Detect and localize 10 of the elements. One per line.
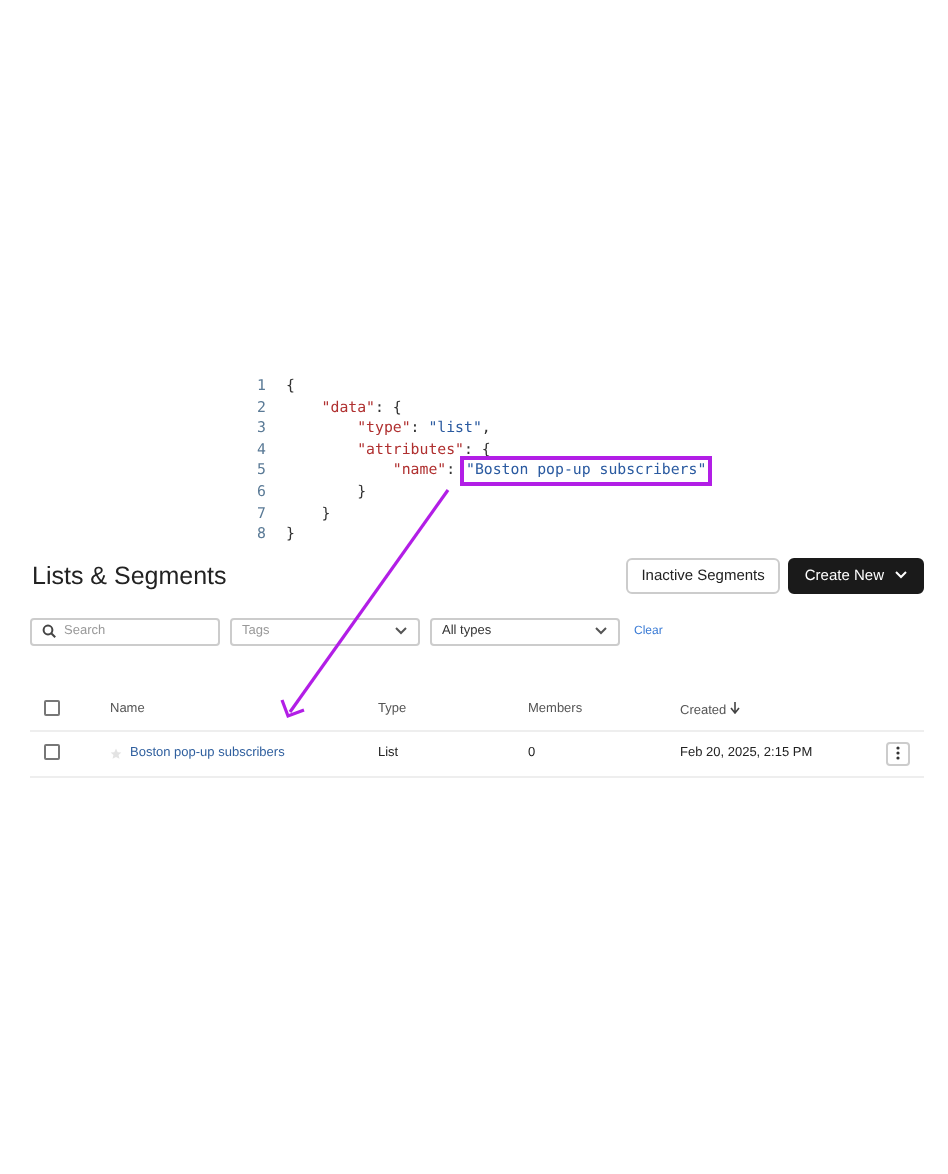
chevron-down-icon <box>394 626 408 637</box>
page-title: Lists & Segments <box>32 561 229 590</box>
search-icon <box>42 624 56 639</box>
star-icon[interactable] <box>110 747 122 760</box>
chevron-down-icon <box>594 626 608 637</box>
more-options-button[interactable] <box>886 741 910 766</box>
sort-down-icon <box>729 701 740 714</box>
row-checkbox[interactable] <box>44 743 60 760</box>
select-all-checkbox[interactable] <box>44 699 60 716</box>
chevron-down-icon <box>894 570 908 581</box>
